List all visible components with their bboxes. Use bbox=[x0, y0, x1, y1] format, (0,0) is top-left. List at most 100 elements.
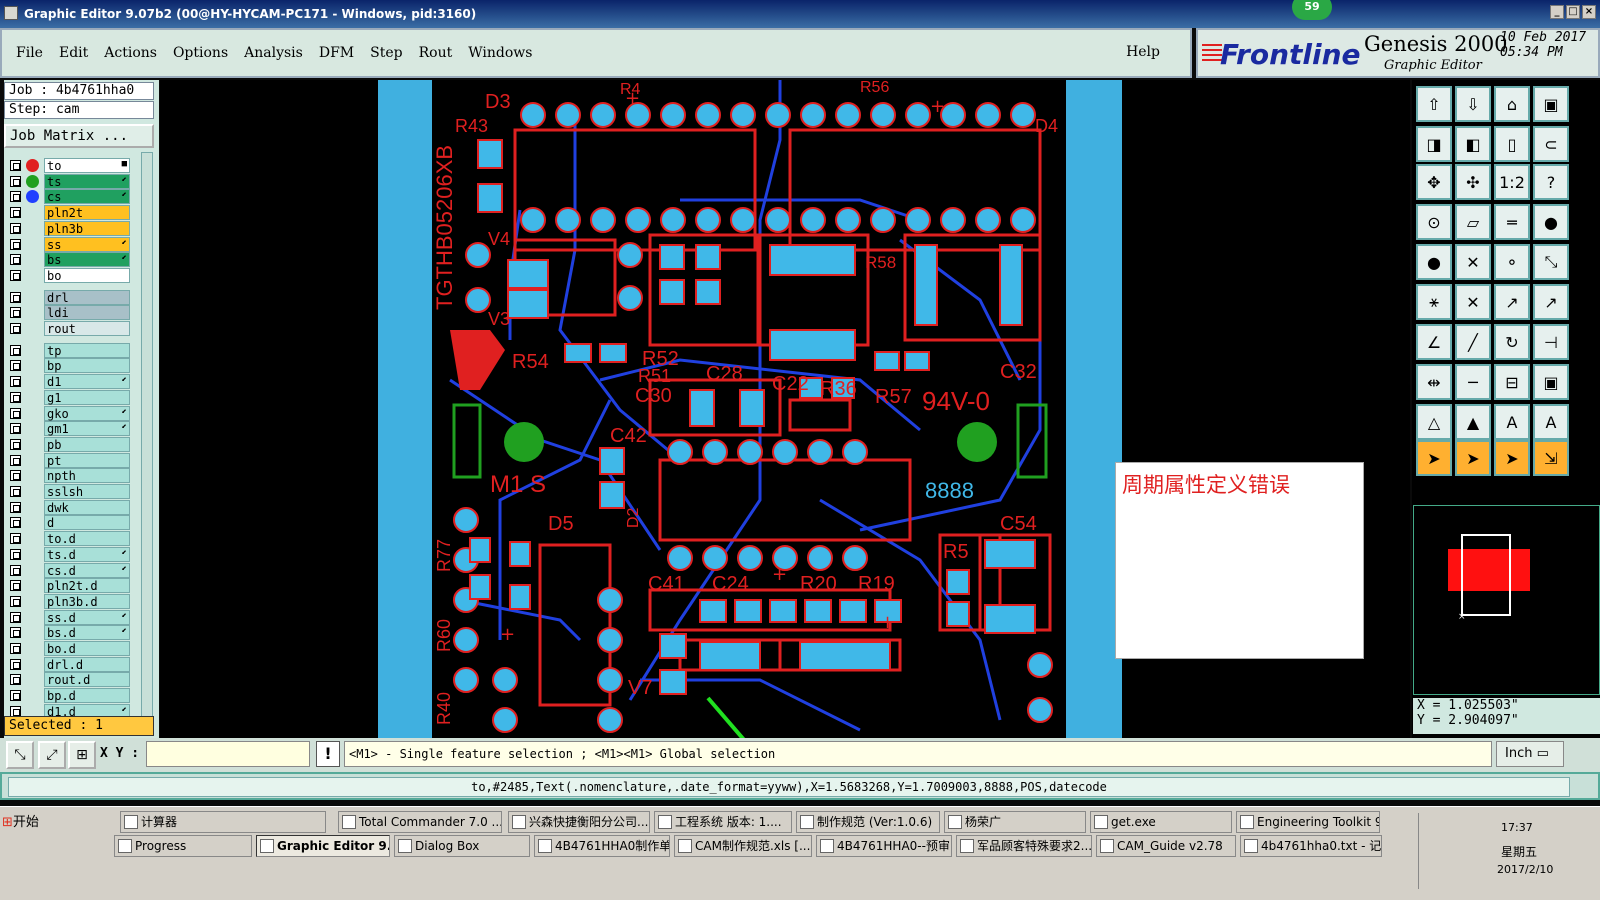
rotate-icon[interactable]: ↻ bbox=[1494, 324, 1530, 360]
cross-icon[interactable]: ✕ bbox=[1455, 284, 1491, 320]
unit-select[interactable]: Inch ▭ bbox=[1496, 741, 1564, 767]
layer-checkbox[interactable] bbox=[10, 533, 21, 545]
layer-checkbox[interactable] bbox=[10, 690, 21, 702]
layer-row-cs-d[interactable]: cs.d ⬋ bbox=[8, 562, 130, 578]
menu-dfm[interactable]: DFM bbox=[319, 45, 354, 61]
select-area-icon[interactable]: ➤ bbox=[1455, 440, 1491, 476]
layer-row-ts-d[interactable]: ts.d ⬋ bbox=[8, 546, 130, 562]
measure-icon[interactable]: ⊙ bbox=[1416, 204, 1452, 240]
layer-row-pln3b[interactable]: pln3b bbox=[8, 220, 130, 236]
zoom-area-icon[interactable]: ⤢ bbox=[38, 741, 66, 769]
split-icon[interactable]: ▯ bbox=[1494, 126, 1530, 162]
layer-checkbox[interactable] bbox=[10, 307, 21, 319]
layer-checkbox[interactable] bbox=[10, 611, 21, 623]
help-icon[interactable]: ? bbox=[1533, 164, 1569, 200]
layer-checkbox[interactable] bbox=[10, 517, 21, 529]
task-button[interactable]: 4b4761hha0.txt - 记... bbox=[1240, 835, 1382, 857]
task-button[interactable]: 制作规范 (Ver:1.0.6) bbox=[796, 811, 940, 833]
probe-icon[interactable]: ▱ bbox=[1455, 204, 1491, 240]
dimension-icon[interactable]: ⊟ bbox=[1494, 364, 1530, 400]
grid-icon[interactable]: ⊞ bbox=[68, 741, 96, 769]
layer-row-drl[interactable]: drl bbox=[8, 289, 130, 305]
alert-icon[interactable]: ! bbox=[316, 741, 340, 767]
layer-checkbox[interactable] bbox=[10, 254, 21, 266]
layer-row-npth[interactable]: npth bbox=[8, 468, 130, 484]
layer-row-g1[interactable]: g1 bbox=[8, 389, 130, 405]
layer-checkbox[interactable] bbox=[10, 486, 21, 497]
layer-checkbox[interactable] bbox=[10, 501, 21, 513]
layer-checkbox[interactable] bbox=[10, 595, 21, 607]
layer-row-ss-d[interactable]: ss.d ⬋ bbox=[8, 609, 130, 625]
task-button[interactable]: CAM制作规范.xls [... bbox=[674, 835, 812, 857]
snap-icon[interactable]: ⊂ bbox=[1533, 126, 1569, 162]
layer-row-pln3b-d[interactable]: pln3b.d bbox=[8, 593, 130, 609]
delete-line-icon[interactable]: ─ bbox=[1455, 364, 1491, 400]
flip-icon[interactable]: ⊣ bbox=[1533, 324, 1569, 360]
layer-checkbox[interactable] bbox=[10, 548, 21, 560]
open-step-icon[interactable]: ⇧ bbox=[1416, 86, 1452, 122]
task-button[interactable]: CAM_Guide v2.78 bbox=[1096, 835, 1236, 857]
layer-checkbox[interactable] bbox=[10, 407, 21, 419]
draw-line-icon[interactable]: ╱ bbox=[1455, 324, 1491, 360]
task-button[interactable]: 4B4761HHA0--预审... bbox=[816, 835, 952, 857]
layer-row-ts[interactable]: ts ⬋ bbox=[8, 173, 130, 189]
task-button[interactable]: Dialog Box bbox=[394, 835, 530, 857]
layer-link-icon[interactable]: ● bbox=[1533, 204, 1569, 240]
window-icon[interactable]: ▣ bbox=[1533, 86, 1569, 122]
resize-icon[interactable]: ⇹ bbox=[1416, 364, 1452, 400]
layer-row-to[interactable]: to ■ bbox=[8, 158, 130, 173]
layer-row-rout[interactable]: rout bbox=[8, 321, 130, 336]
print-icon[interactable]: ◨ bbox=[1416, 126, 1452, 162]
layer-row-gm1[interactable]: gm1 ⬋ bbox=[8, 421, 130, 437]
job-matrix-button[interactable]: Job Matrix ... bbox=[4, 124, 154, 148]
add-line-icon[interactable]: ✕ bbox=[1455, 244, 1491, 280]
task-button[interactable]: 兴森快捷衡阳分公司... bbox=[508, 811, 650, 833]
menu-actions[interactable]: Actions bbox=[104, 45, 157, 61]
circle-icon[interactable]: ⤡ bbox=[1533, 244, 1569, 280]
task-button[interactable]: Engineering Toolkit 9.... bbox=[1236, 811, 1380, 833]
text-icon[interactable]: A bbox=[1494, 404, 1530, 440]
layer-row-to-d[interactable]: to.d bbox=[8, 531, 130, 547]
layer-row-bs[interactable]: bs ⬋ bbox=[8, 252, 130, 268]
layer-checkbox[interactable] bbox=[10, 360, 21, 372]
layer-checkbox[interactable] bbox=[10, 423, 21, 435]
zoom-fit-icon[interactable]: ⤡ bbox=[6, 741, 34, 769]
task-button[interactable]: get.exe bbox=[1090, 811, 1232, 833]
layer-row-tp[interactable]: tp bbox=[8, 342, 130, 358]
layer-checkbox[interactable] bbox=[10, 191, 21, 203]
layer-row-ss[interactable]: ss ⬋ bbox=[8, 236, 130, 252]
layer-scrollbar[interactable] bbox=[141, 152, 153, 720]
layer-row-drl-d[interactable]: drl.d bbox=[8, 656, 130, 672]
layer-checkbox[interactable] bbox=[10, 580, 21, 592]
xy-input[interactable] bbox=[146, 741, 310, 767]
layer-row-ldi[interactable]: ldi bbox=[8, 305, 130, 321]
layer-checkbox[interactable] bbox=[10, 470, 21, 482]
layer-checkbox[interactable] bbox=[10, 160, 21, 171]
task-button[interactable]: 4B4761HHA0制作单.... bbox=[534, 835, 670, 857]
save-icon[interactable]: ⇩ bbox=[1455, 86, 1491, 122]
triangle-icon[interactable]: ▲ bbox=[1455, 404, 1491, 440]
layer-checkbox[interactable] bbox=[10, 658, 21, 670]
layer-checkbox[interactable] bbox=[10, 627, 21, 639]
layer-checkbox[interactable] bbox=[10, 207, 21, 219]
task-button[interactable]: 杨荣广 bbox=[944, 811, 1086, 833]
layer-row-bo[interactable]: bo bbox=[8, 267, 130, 283]
task-button[interactable]: 计算器 bbox=[120, 811, 326, 833]
ruler-icon[interactable]: ⚬ bbox=[1494, 244, 1530, 280]
home-icon[interactable]: ⌂ bbox=[1494, 86, 1530, 122]
layer-checkbox[interactable] bbox=[10, 344, 21, 356]
ratio-icon[interactable]: 1:2 bbox=[1494, 164, 1530, 200]
layer-row-bp[interactable]: bp bbox=[8, 358, 130, 374]
layer-checkbox[interactable] bbox=[10, 175, 21, 187]
connect-icon[interactable]: ⚹ bbox=[1416, 284, 1452, 320]
arc-icon[interactable]: A bbox=[1533, 404, 1569, 440]
layer-row-pb[interactable]: pb bbox=[8, 436, 130, 452]
move-icon[interactable]: ↗ bbox=[1494, 284, 1530, 320]
task-button[interactable]: Graphic Editor 9.07... bbox=[256, 835, 390, 857]
select-icon[interactable]: ➤ bbox=[1416, 440, 1452, 476]
menu-step[interactable]: Step bbox=[370, 45, 402, 61]
close-button[interactable]: × bbox=[1582, 5, 1596, 19]
add-pad-icon[interactable]: ● bbox=[1416, 244, 1452, 280]
layer-row-bo-d[interactable]: bo.d bbox=[8, 641, 130, 656]
layer-checkbox[interactable] bbox=[10, 564, 21, 576]
